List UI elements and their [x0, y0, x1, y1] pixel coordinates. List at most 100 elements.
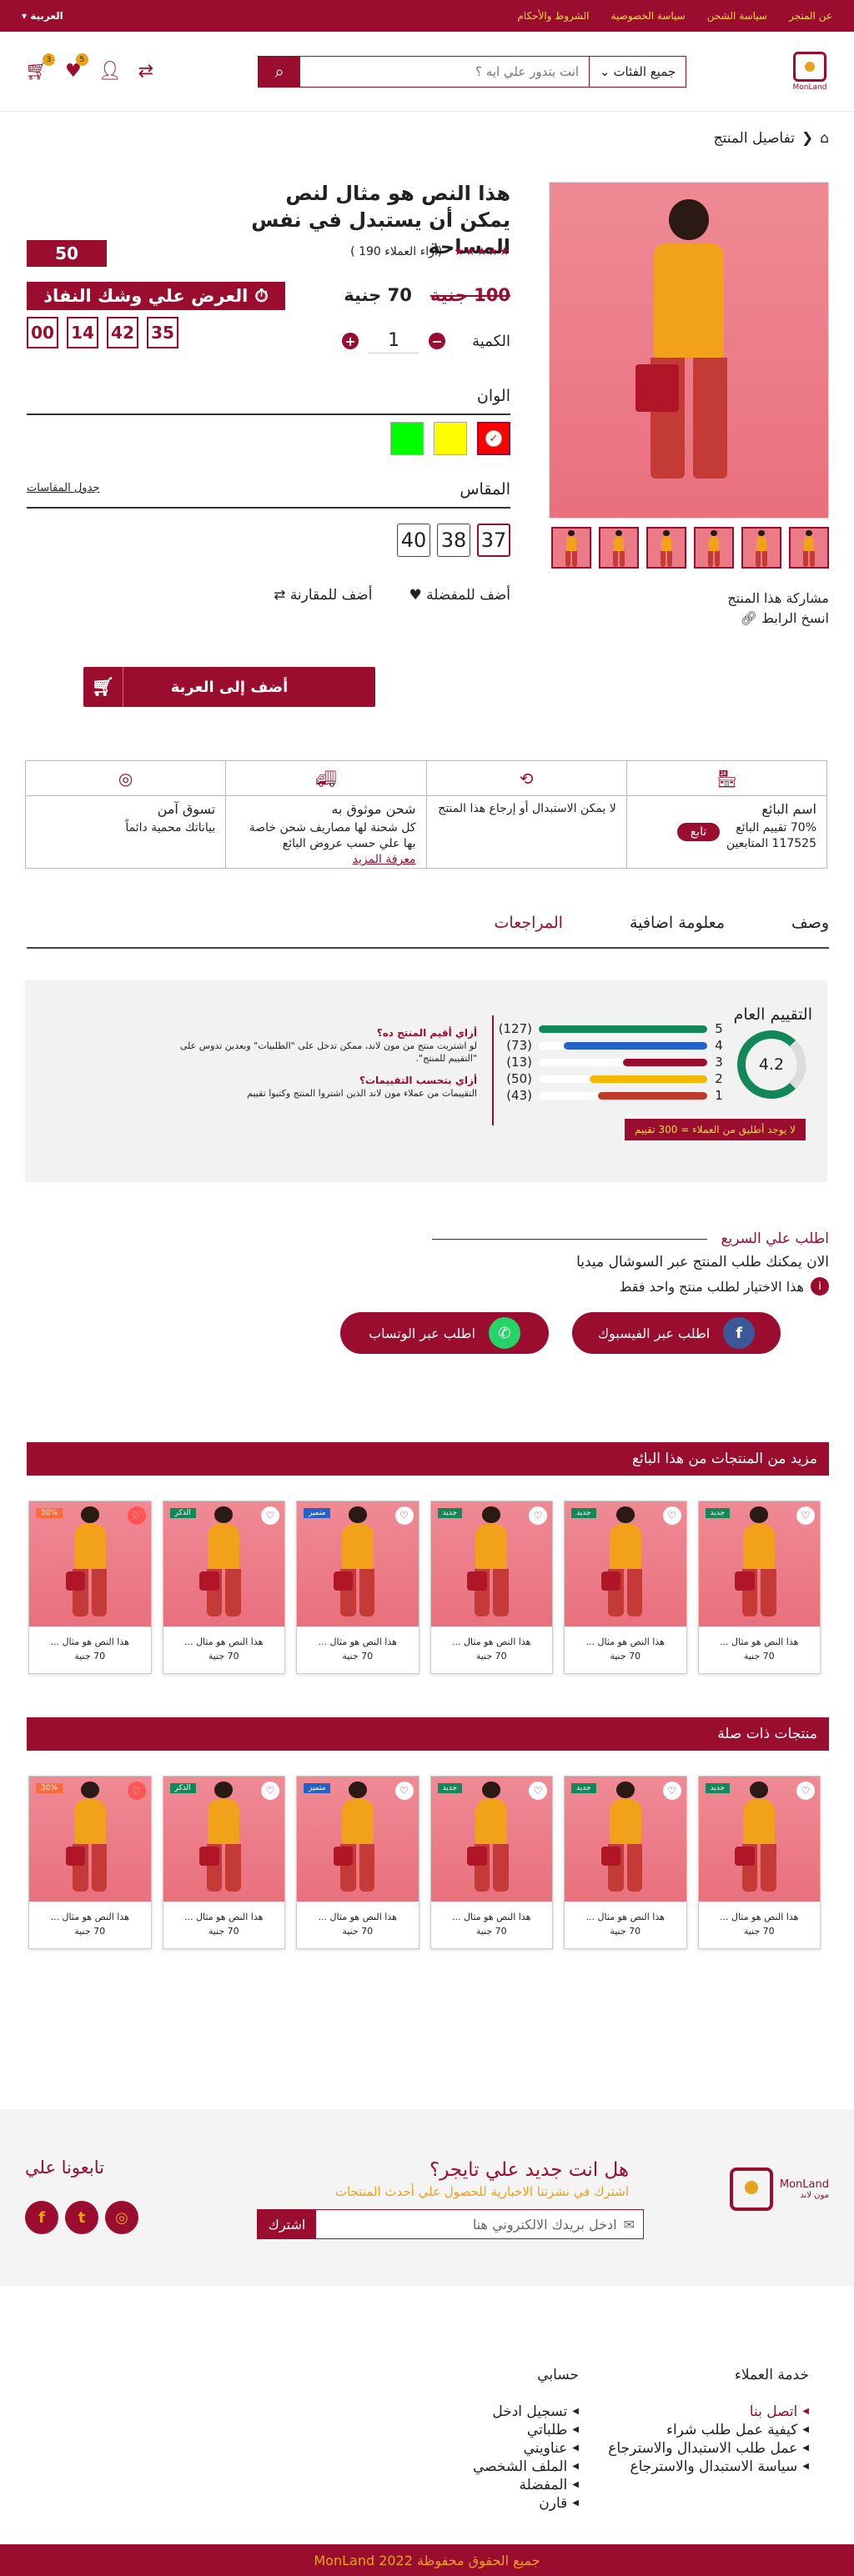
product-card[interactable]: ♡ متميز هذا النص هو مثال ... 70 جنية	[296, 1501, 419, 1674]
thumbnail[interactable]	[694, 527, 734, 569]
plus-button[interactable]: +	[342, 333, 359, 349]
add-compare-link[interactable]: أضف للمقارنة ⇄	[274, 587, 372, 604]
current-price: 70 جنية	[344, 285, 412, 305]
home-icon[interactable]: ⌂	[820, 130, 829, 147]
heart-icon[interactable]: ♡	[127, 1506, 146, 1525]
section-header: منتجات ذات صلة	[27, 1717, 829, 1751]
logo-icon	[729, 2168, 773, 2211]
instagram-icon[interactable]: ◎	[105, 2201, 138, 2234]
product-card-price: 70 جنية	[342, 1926, 374, 1937]
search-input[interactable]	[300, 56, 590, 87]
main-product-image[interactable]	[549, 182, 829, 519]
color-swatch-red[interactable]: ✓	[477, 422, 510, 455]
product-card-image: ♡ متميز	[297, 1777, 419, 1902]
order-facebook-button[interactable]: f اطلب عبر الفيسبوك	[572, 1312, 781, 1354]
product-card[interactable]: ♡ جديد هذا النص هو مثال ... 70 جنية	[564, 1776, 687, 1949]
heart-icon[interactable]: ♡	[394, 1782, 414, 1800]
product-card[interactable]: ♡ جديد هذا النص هو مثال ... 70 جنية	[430, 1776, 553, 1949]
follow-button[interactable]: تابع	[676, 823, 721, 841]
heart-icon[interactable]: ♡	[529, 1506, 547, 1525]
thumbnail[interactable]	[599, 527, 639, 569]
footer-link[interactable]: سياسة الاستبدال والاسترجاع	[608, 2458, 809, 2476]
rating-donut: 4.2	[737, 1030, 806, 1099]
footer-link[interactable]: تسجيل ادخل	[473, 2403, 579, 2421]
top-link-terms[interactable]: الشروط والأحكام	[517, 10, 589, 22]
facebook-icon[interactable]: f	[25, 2201, 58, 2234]
footer-link[interactable]: عناويني	[473, 2439, 579, 2458]
product-card[interactable]: ♡ جديد هذا النص هو مثال ... 70 جنية	[564, 1501, 687, 1674]
color-swatch-green[interactable]	[390, 422, 424, 455]
heart-icon[interactable]: ♡	[261, 1782, 279, 1800]
share-label: مشاركة هذا المنتج	[727, 590, 829, 606]
compare-icon[interactable]: ⇄	[138, 61, 153, 82]
quantity-row: الكمية − 1 +	[342, 328, 510, 353]
order-whatsapp-button[interactable]: ✆ اطلب عبر الوتساب	[340, 1312, 549, 1354]
twitter-icon[interactable]: t	[65, 2201, 98, 2234]
product-card[interactable]: ♡ جديد هذا النص هو مثال ... 70 جنية	[697, 1501, 821, 1674]
product-carousel: ♡ جديد هذا النص هو مثال ... 70 جنية ♡ جديد هذا…	[28, 1776, 821, 1949]
heart-icon[interactable]: ♡	[662, 1782, 681, 1800]
product-card[interactable]: ♡ جديد هذا النص هو مثال ... 70 جنية	[697, 1776, 821, 1949]
category-select[interactable]: جميع الفئات ⌄	[589, 56, 686, 87]
add-to-cart-button[interactable]: 🛒︎ أضف إلى العربة	[83, 667, 375, 707]
color-swatch-yellow[interactable]	[434, 422, 467, 455]
copy-link[interactable]: انسخ الرابط 🔗︎	[727, 609, 829, 629]
thumbnail[interactable]	[741, 527, 781, 569]
product-card[interactable]: ♡ الذكر هذا النص هو مثال ... 70 جنية	[162, 1501, 285, 1674]
product-card[interactable]: ♡ 30% هذا النص هو مثال ... 70 جنية	[28, 1776, 152, 1949]
footer-link[interactable]: الملف الشخصي	[473, 2458, 579, 2476]
subscribe-button[interactable]: اشترك	[258, 2210, 316, 2238]
heart-icon[interactable]: ♡	[127, 1782, 146, 1800]
email-field[interactable]: ✉ ادخل بريدك الالكتروني هنا	[316, 2210, 643, 2238]
heart-icon[interactable]: ♡	[796, 1782, 815, 1800]
product-card-image: ♡ جديد	[430, 1777, 552, 1902]
learn-more-link[interactable]: معرفة المزيد	[353, 853, 416, 866]
footer-link[interactable]: عمل طلب الاستبدال والاسترجاع	[608, 2439, 809, 2458]
product-card-name: هذا النص هو مثال ...	[318, 1636, 397, 1647]
cart-icon[interactable]: 🛒︎ 3	[25, 53, 55, 82]
product-card[interactable]: ♡ الذكر هذا النص هو مثال ... 70 جنية	[162, 1776, 285, 1949]
minus-button[interactable]: −	[429, 333, 446, 349]
footer-link[interactable]: قارن	[473, 2494, 579, 2513]
tab-reviews[interactable]: المراجعات	[495, 914, 563, 947]
product-card[interactable]: ♡ متميز هذا النص هو مثال ... 70 جنية	[296, 1776, 419, 1949]
product-tag: متميز	[304, 1783, 331, 1793]
heart-icon[interactable]: ♡	[261, 1506, 279, 1525]
size-option[interactable]: 40	[397, 524, 430, 557]
shipping-text: كل شحنة لها مصاريف شحن خاصة بها علي حسب …	[249, 821, 416, 850]
thumbnail[interactable]	[551, 527, 591, 569]
heart-icon[interactable]: ♡	[529, 1782, 547, 1800]
product-card[interactable]: ♡ جديد هذا النص هو مثال ... 70 جنية	[430, 1501, 553, 1674]
logo[interactable]: MonLand	[791, 51, 829, 92]
footer-link[interactable]: كيفية عمل طلب شراء	[608, 2421, 809, 2439]
add-favorite-link[interactable]: أضف للمفضلة ♥	[409, 587, 510, 604]
breadcrumb-current: تفاصيل المنتج	[713, 130, 795, 147]
heart-icon[interactable]: ♡	[662, 1506, 681, 1525]
search-button[interactable]: ⌕	[259, 56, 301, 87]
heart-icon[interactable]: ♥ 5	[65, 53, 88, 82]
tab-description[interactable]: وصف	[791, 914, 829, 947]
thumbnail[interactable]	[646, 527, 686, 569]
product-card[interactable]: ♡ 30% هذا النص هو مثال ... 70 جنية	[28, 1501, 152, 1674]
footer-link[interactable]: اتصل بنا	[608, 2403, 809, 2421]
user-icon[interactable]: 👤︎	[98, 61, 122, 82]
heart-icon[interactable]: ♡	[394, 1506, 414, 1525]
tab-additional-info[interactable]: معلومة اضافية	[630, 914, 725, 947]
footer-link[interactable]: طلباتي	[473, 2421, 579, 2439]
size-option[interactable]: 38	[437, 524, 470, 557]
thumbnail[interactable]	[789, 527, 829, 569]
product-card-name: هذا النص هو مثال ...	[318, 1912, 397, 1922]
heart-icon[interactable]: ♡	[796, 1506, 815, 1525]
product-tag: الذكر	[169, 1508, 196, 1518]
top-link-privacy[interactable]: سياسة الخصوصية	[611, 10, 686, 22]
size-guide-link[interactable]: جدول المقاسات	[27, 482, 99, 494]
product-rating[interactable]: ★★★★★ (أراء العملاء 190 )	[350, 245, 510, 258]
size-option[interactable]: 37	[477, 524, 510, 557]
footer-link[interactable]: المفضلة	[473, 2476, 579, 2494]
top-link-shipping[interactable]: سياسة الشحن	[707, 10, 767, 22]
language-switcher[interactable]: العربية ▾	[22, 10, 63, 22]
rating-bar: 4 (73)	[506, 1038, 723, 1053]
top-link-about[interactable]: عن المتجر	[789, 10, 832, 22]
quantity-value[interactable]: 1	[369, 328, 419, 353]
vendor-title: اسم البائع	[761, 801, 816, 817]
